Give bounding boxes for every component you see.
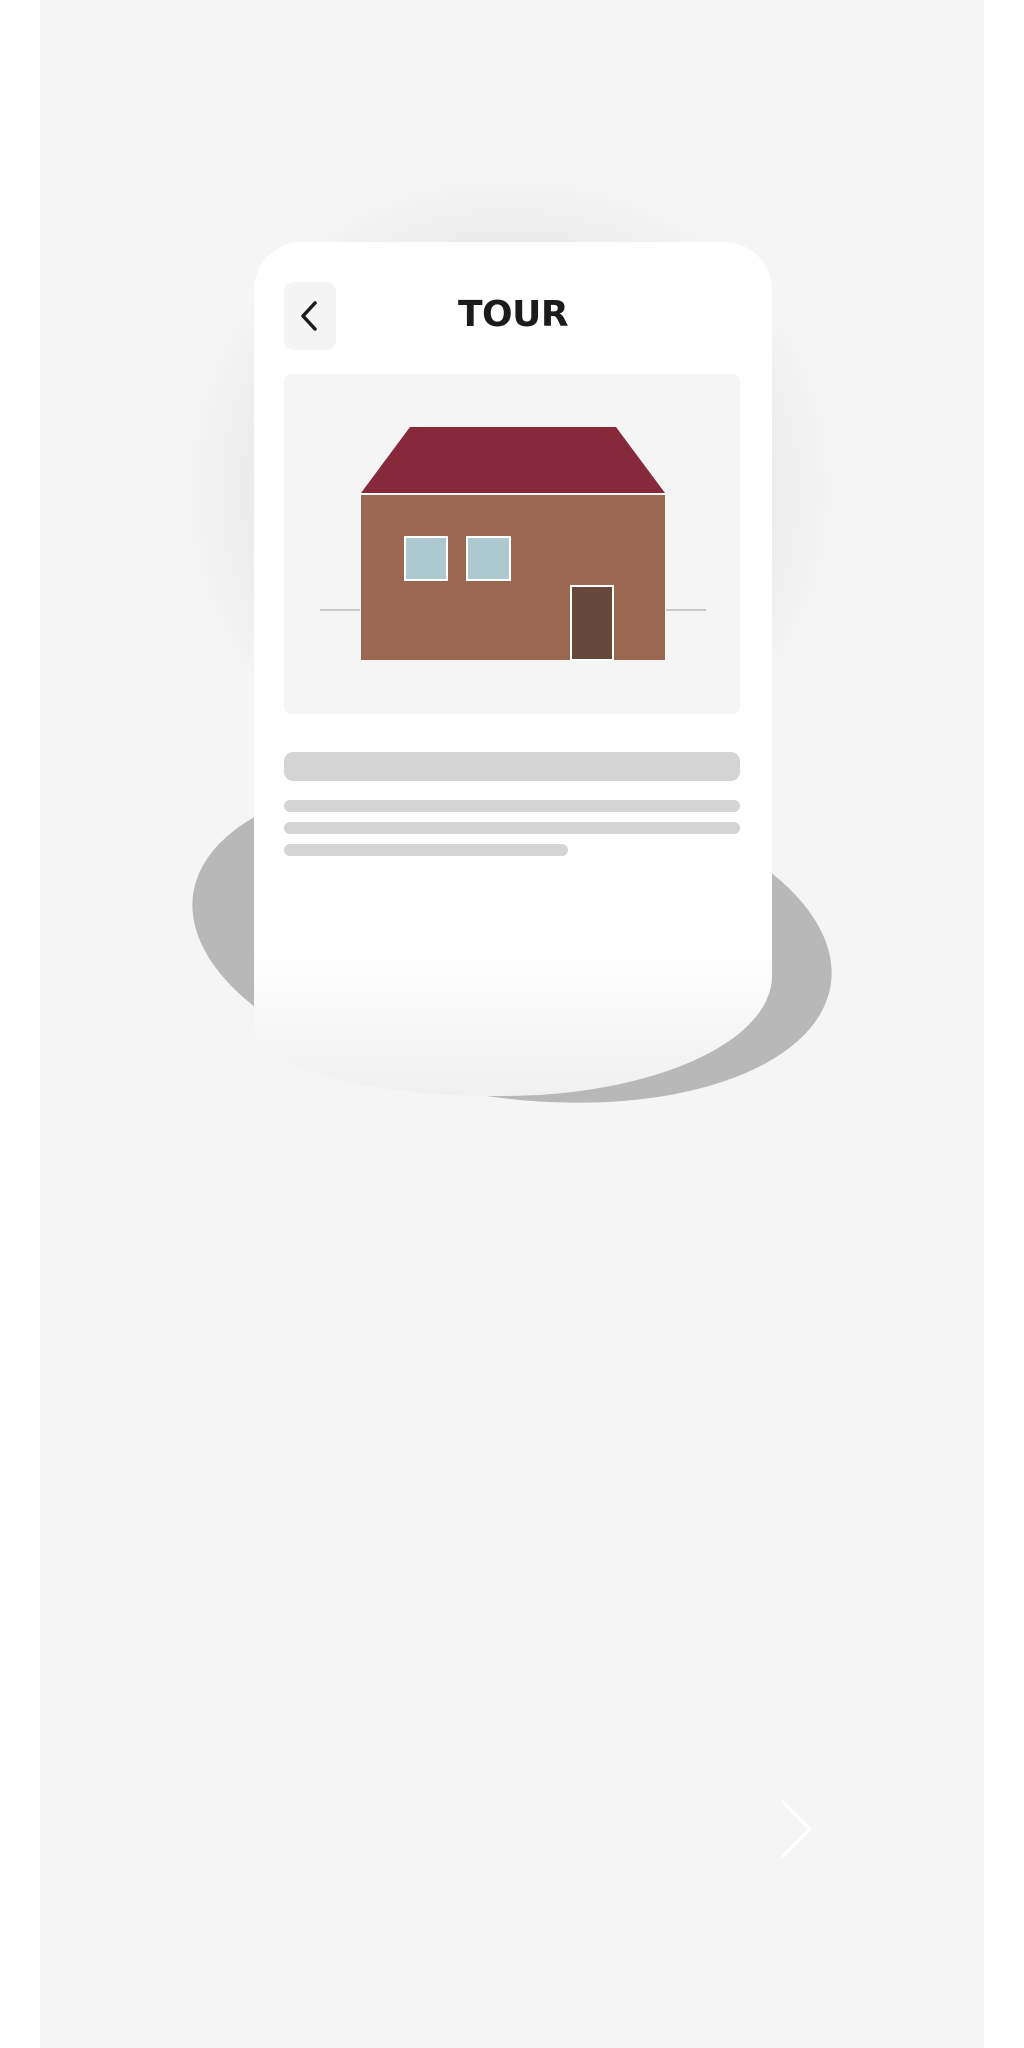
text-placeholder-heading bbox=[284, 752, 740, 781]
house-illustration bbox=[320, 427, 706, 661]
house-window-right bbox=[466, 536, 511, 581]
house-roof bbox=[361, 427, 665, 493]
text-placeholder-line-2 bbox=[284, 822, 740, 834]
house-window-left bbox=[404, 536, 448, 581]
chevron-right-icon bbox=[781, 1800, 812, 1858]
page-title: TOUR bbox=[457, 294, 569, 335]
text-placeholder-line-3 bbox=[284, 844, 568, 856]
next-button[interactable] bbox=[768, 1798, 818, 1862]
tour-screen: TOUR bbox=[40, 0, 984, 2048]
tour-card: TOUR bbox=[254, 242, 772, 1096]
house-illustration-panel bbox=[284, 374, 740, 714]
house-door bbox=[570, 585, 614, 661]
text-placeholder-line-1 bbox=[284, 800, 740, 812]
